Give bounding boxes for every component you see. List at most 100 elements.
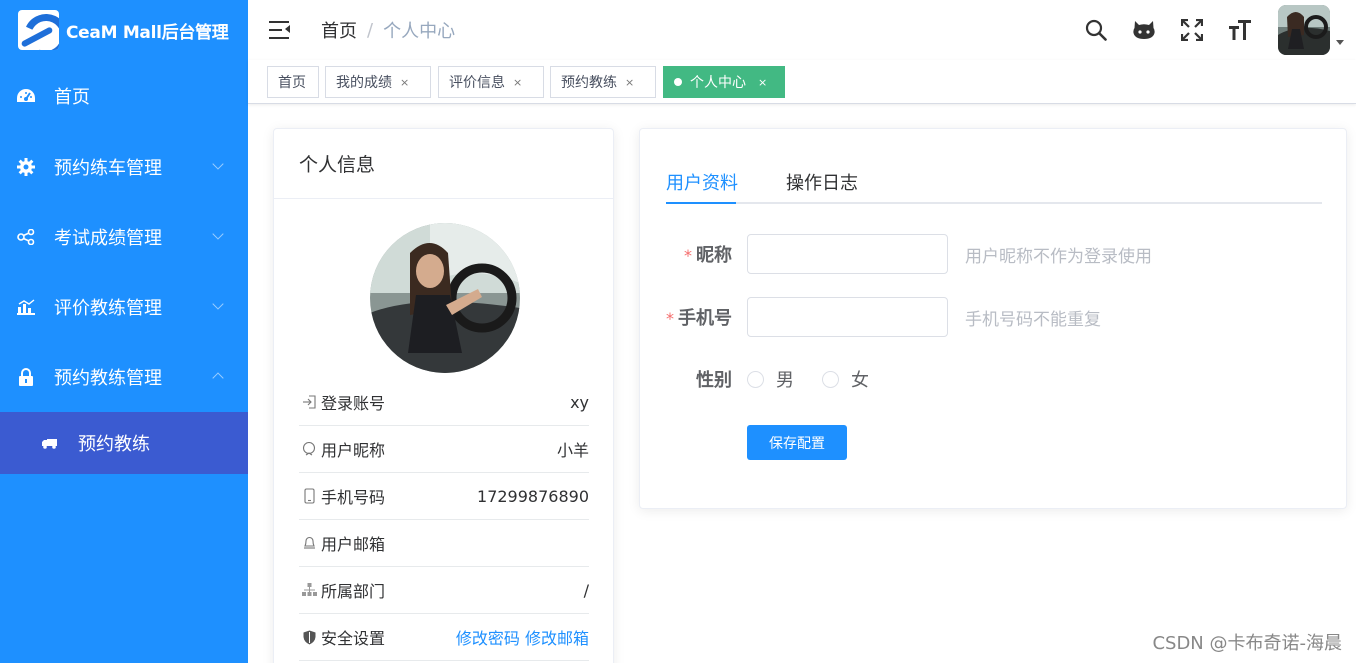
info-row-security: 安全设置 修改密码 修改邮箱: [299, 614, 589, 661]
profile-info-list: 登录账号 xy 用户昵称 小羊 手机号码 17299876890 用户邮箱 所属…: [299, 379, 589, 661]
profile-tabs: 用户资料 操作日志: [666, 159, 1322, 204]
info-label: 用户邮箱: [321, 535, 386, 554]
close-icon[interactable]: ×: [400, 76, 409, 89]
sidebar-subitem-label: 预约教练: [78, 434, 150, 455]
close-icon[interactable]: ×: [513, 76, 522, 89]
gear-icon: [16, 158, 36, 176]
profile-avatar[interactable]: [370, 223, 520, 373]
info-value: 小羊: [556, 441, 589, 460]
change-email-link[interactable]: 修改邮箱: [525, 629, 589, 648]
profile-card: 个人信息 登录账号 xy 用户昵称 小羊 手机号码 17299876890 用户…: [273, 128, 614, 663]
nickname-hint: 用户昵称不作为登录使用: [965, 246, 1152, 267]
gender-label: 性别: [696, 370, 732, 391]
tag-my-scores[interactable]: 我的成绩 ×: [325, 66, 431, 98]
phone-icon: [299, 488, 319, 504]
required-mark: *: [684, 246, 692, 265]
phone-input[interactable]: [747, 297, 948, 337]
sidebar-item-label: 评价教练管理: [54, 298, 162, 319]
nickname-label-text: 昵称: [696, 245, 732, 266]
chevron-up-icon: [212, 372, 224, 384]
active-dot-icon: [674, 78, 682, 86]
tag-coach-booking[interactable]: 预约教练 ×: [550, 66, 656, 98]
tags-view: 首页 我的成绩 × 评价信息 × 预约教练 × 个人中心 ×: [248, 60, 1356, 104]
sidebar-item-coach-reviews[interactable]: 评价教练管理: [0, 272, 248, 342]
tag-reviews[interactable]: 评价信息 ×: [438, 66, 544, 98]
tag-label: 评价信息: [449, 75, 505, 91]
logo[interactable]: CeaM Mall后台管理: [0, 0, 248, 60]
nickname-row: * 昵称 用户昵称不作为登录使用: [640, 234, 1152, 274]
shield-icon: [299, 630, 319, 645]
radio-circle[interactable]: [822, 370, 839, 388]
menu-toggle-icon[interactable]: [269, 21, 291, 39]
phone-hint: 手机号码不能重复: [965, 309, 1101, 330]
required-mark: *: [666, 309, 674, 328]
info-label: 安全设置: [321, 629, 386, 648]
breadcrumb-current: 个人中心: [383, 21, 456, 42]
tab-operation-log[interactable]: 操作日志: [786, 169, 858, 195]
font-size-icon[interactable]: [1216, 18, 1264, 42]
app-title: CeaM Mall后台管理: [66, 22, 229, 43]
navbar-actions: [1072, 0, 1356, 60]
info-value: xy: [570, 392, 589, 412]
save-button[interactable]: 保存配置: [747, 425, 847, 460]
chevron-down-icon: [212, 228, 224, 240]
search-icon[interactable]: [1072, 19, 1120, 41]
chevron-down-icon: [212, 298, 224, 310]
tag-label: 我的成绩: [336, 75, 392, 91]
change-password-link[interactable]: 修改密码: [456, 629, 520, 648]
dashboard-icon: [16, 88, 36, 104]
breadcrumb: 首页 / 个人中心: [321, 17, 455, 43]
sidebar-item-booking-practice[interactable]: 预约练车管理: [0, 132, 248, 202]
info-label: 用户昵称: [321, 441, 386, 460]
sidebar-item-coach-booking[interactable]: 预约教练管理: [0, 342, 248, 412]
sidebar-item-label: 首页: [54, 87, 90, 108]
truck-icon: [42, 437, 58, 449]
tag-profile[interactable]: 个人中心 ×: [663, 66, 785, 98]
gender-radio-male[interactable]: 男: [747, 366, 794, 392]
security-links: 修改密码 修改邮箱: [456, 625, 589, 649]
breadcrumb-separator: /: [367, 19, 374, 41]
caret-down-icon[interactable]: [1336, 39, 1344, 45]
radio-label: 男: [776, 370, 794, 391]
sidebar-subitem-coach-booking[interactable]: 预约教练: [0, 412, 248, 474]
tag-label: 首页: [278, 75, 306, 91]
watermark: CSDN @卡布奇诺-海晨: [1152, 633, 1342, 654]
info-row-phone: 手机号码 17299876890: [299, 473, 589, 520]
tag-home[interactable]: 首页: [267, 66, 319, 98]
sidebar-item-exam-scores[interactable]: 考试成绩管理: [0, 202, 248, 272]
close-icon[interactable]: ×: [625, 76, 634, 89]
radio-label: 女: [851, 370, 869, 391]
sidebar-item-label: 预约教练管理: [54, 368, 162, 389]
user-avatar[interactable]: [1278, 5, 1330, 55]
close-icon[interactable]: ×: [758, 76, 767, 89]
info-row-nickname: 用户昵称 小羊: [299, 426, 589, 473]
bell-icon: [299, 536, 319, 550]
tag-label: 预约教练: [561, 75, 617, 91]
radio-circle[interactable]: [747, 370, 764, 388]
profile-card-title: 个人信息: [274, 129, 613, 199]
info-value: /: [583, 580, 589, 600]
chevron-down-icon: [212, 158, 224, 170]
info-row-email: 用户邮箱: [299, 520, 589, 567]
info-label: 所属部门: [321, 582, 386, 601]
phone-label-text: 手机号: [678, 308, 732, 329]
sidebar: CeaM Mall后台管理 首页 预约练车管理 考试成绩管理 评价教练管理 预约…: [0, 0, 248, 663]
phone-label: * 手机号: [640, 304, 732, 330]
sidebar-item-label: 考试成绩管理: [54, 228, 162, 249]
sidebar-item-home[interactable]: 首页: [0, 60, 248, 132]
github-icon[interactable]: [1120, 19, 1168, 41]
breadcrumb-home[interactable]: 首页: [321, 17, 357, 43]
gender-radio-female[interactable]: 女: [822, 366, 869, 392]
info-value: 17299876890: [477, 486, 589, 506]
sidebar-item-label: 预约练车管理: [54, 158, 162, 179]
user-icon: [299, 441, 319, 457]
tag-label: 个人中心: [690, 75, 746, 91]
profile-form-card: 用户资料 操作日志 * 昵称 用户昵称不作为登录使用 * 手机号 手机号码不能重复 …: [639, 128, 1347, 509]
tab-user-profile[interactable]: 用户资料: [666, 169, 738, 195]
info-row-account: 登录账号 xy: [299, 379, 589, 426]
nickname-input[interactable]: [747, 234, 948, 274]
fullscreen-icon[interactable]: [1168, 19, 1216, 41]
info-row-department: 所属部门 /: [299, 567, 589, 614]
phone-row: * 手机号 手机号码不能重复: [640, 297, 1101, 337]
bar-chart-icon: [16, 299, 36, 315]
